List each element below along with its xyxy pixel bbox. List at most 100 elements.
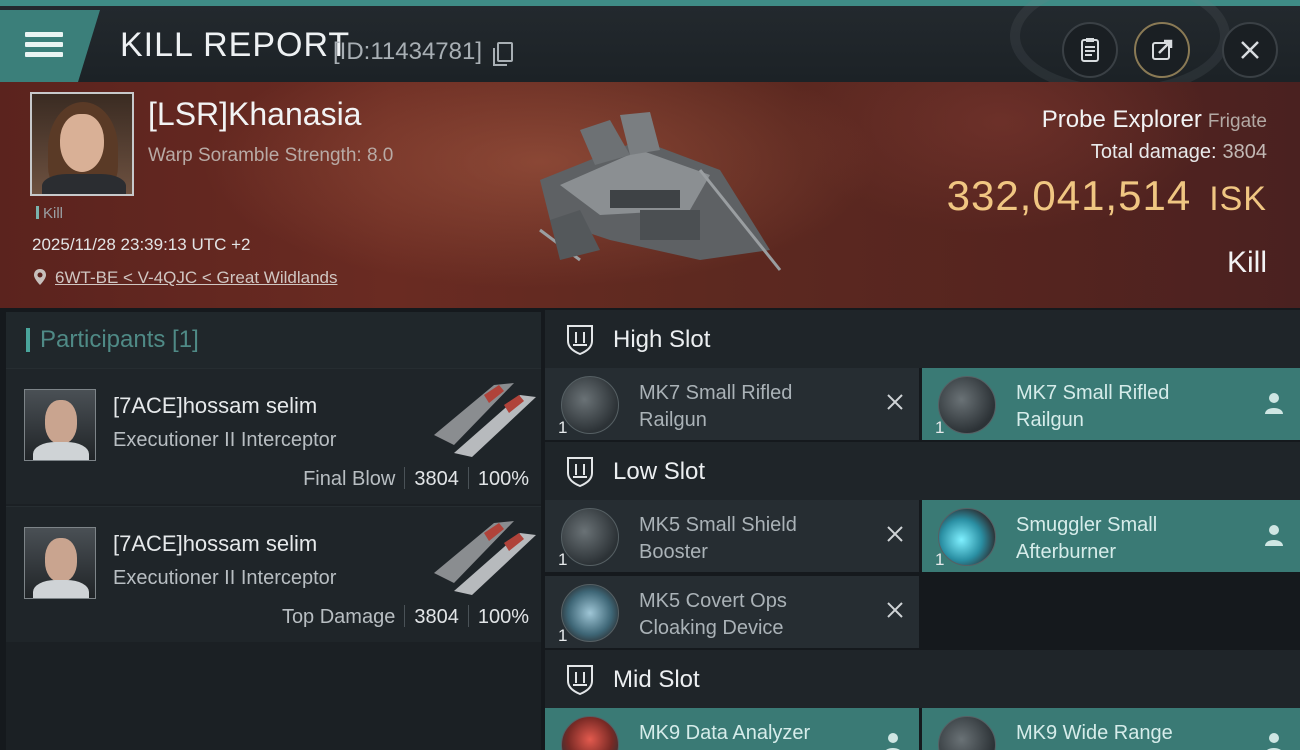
railgun-icon (561, 376, 619, 434)
clipboard-icon (1081, 38, 1099, 62)
x-mark-icon (887, 526, 903, 542)
location-pin-icon (34, 269, 46, 285)
wide-range-icon (938, 716, 996, 750)
participant-percent: 100% (477, 606, 529, 628)
module-name-line: MK5 Small Shield (639, 514, 797, 536)
participant-ship: Executioner II Interceptor (113, 567, 337, 589)
menu-button[interactable] (0, 10, 100, 82)
clipboard-button[interactable] (1062, 22, 1118, 78)
module-name: Smuggler Small Afterburner (1016, 512, 1157, 566)
shield-slot-icon (567, 665, 593, 695)
module-name-line: MK7 Small Rifled (1016, 382, 1170, 404)
total-damage-value: 3804 (1222, 141, 1268, 163)
isk-value: 332,041,514 ISK (947, 172, 1267, 220)
module-item[interactable]: MK9 Wide Range (922, 708, 1300, 750)
shield-slot-icon (567, 325, 593, 355)
participant-row[interactable]: [7ACE]hossam selim Executioner II Interc… (6, 368, 541, 504)
module-item[interactable]: 1 MK5 Covert Ops Cloaking Device (545, 576, 919, 648)
module-name-line: Railgun (1016, 409, 1084, 431)
participant-role: Top Damage (281, 606, 396, 628)
participants-header: Participants [1] (6, 312, 541, 368)
module-item[interactable]: 1 MK7 Small Rifled Railgun (545, 368, 919, 440)
module-quantity: 1 (558, 626, 568, 645)
x-mark-icon (887, 394, 903, 410)
victim-name[interactable]: [LSR]Khanasia (148, 96, 361, 133)
module-name-line: Afterburner (1016, 541, 1117, 563)
share-icon (1152, 39, 1173, 60)
module-item[interactable]: 1 Smuggler Small Afterburner (922, 500, 1300, 572)
participant-ship-image (434, 383, 536, 457)
location-link[interactable]: 6WT-BE < V-4QJC < Great Wildlands (55, 268, 337, 288)
total-damage-label: Total damage: (1090, 141, 1217, 163)
participant-stats: Top Damage 3804 100% (282, 605, 529, 629)
copy-icon[interactable] (493, 42, 513, 66)
afterburner-icon (938, 508, 996, 566)
module-name-line: Cloaking Device (639, 617, 784, 639)
participant-stats: Final Blow 3804 100% (303, 467, 529, 491)
participant-ship-image (434, 521, 536, 595)
close-button[interactable] (1222, 22, 1278, 78)
kill-tag: Kill (36, 205, 63, 222)
module-name-line: MK9 Wide Range (1016, 722, 1173, 744)
person-icon (1265, 525, 1283, 546)
data-analyzer-icon (561, 716, 619, 750)
victim-avatar[interactable] (30, 92, 134, 196)
module-item[interactable]: 1 MK5 Small Shield Booster (545, 500, 919, 572)
cloaking-device-icon (561, 584, 619, 642)
share-button[interactable] (1134, 22, 1190, 78)
report-id: [ID:11434781] (333, 38, 483, 65)
participants-panel: Participants [1] [7ACE]hossam selim Exec… (6, 312, 541, 750)
participant-damage: 3804 (414, 468, 459, 490)
top-bar: KILL REPORT [ID:11434781] (0, 0, 1300, 96)
module-name: MK9 Data Analyzer (639, 720, 810, 747)
shield-slot-icon (567, 457, 593, 487)
isk-unit: ISK (1209, 180, 1267, 218)
module-name: MK9 Wide Range (1016, 720, 1173, 747)
low-slot-label: Low Slot (613, 458, 706, 485)
low-slot-header: Low Slot (545, 442, 1300, 500)
participant-percent: 100% (477, 468, 529, 490)
participant-damage: 3804 (414, 606, 459, 628)
module-quantity: 1 (935, 550, 945, 569)
module-quantity: 1 (558, 418, 568, 437)
module-name: MK5 Covert Ops Cloaking Device (639, 588, 787, 642)
kill-datetime: 2025/11/28 23:39:13 UTC +2 (32, 235, 251, 254)
ship-name-text: Probe Explorer (1041, 106, 1202, 133)
module-quantity: 1 (935, 418, 945, 437)
mid-slot-label: Mid Slot (613, 666, 700, 693)
participant-name: [7ACE]hossam selim (113, 393, 318, 418)
module-item[interactable]: MK9 Data Analyzer (545, 708, 919, 750)
participant-ship: Executioner II Interceptor (113, 429, 337, 451)
fittings-panel: High Slot 1 MK7 Small Rifled Railgun 1 MK… (545, 310, 1300, 750)
railgun-icon (938, 376, 996, 434)
person-icon (1265, 393, 1283, 414)
module-name-line: Smuggler Small (1016, 514, 1158, 536)
participant-role: Final Blow (303, 468, 396, 490)
participant-name: [7ACE]hossam selim (113, 531, 318, 556)
module-name: MK5 Small Shield Booster (639, 512, 797, 566)
module-name: MK7 Small Rifled Railgun (1016, 380, 1169, 434)
participant-avatar[interactable] (24, 527, 96, 599)
person-icon (886, 733, 900, 750)
module-item[interactable]: 1 MK7 Small Rifled Railgun (922, 368, 1300, 440)
warp-scramble-strength: Warp Soramble Strength: 8.0 (148, 145, 394, 166)
participants-label: Participants [1] (40, 326, 199, 353)
participant-row[interactable]: [7ACE]hossam selim Executioner II Interc… (6, 506, 541, 642)
participant-avatar[interactable] (24, 389, 96, 461)
module-quantity: 1 (558, 550, 568, 569)
menu-icon[interactable] (25, 32, 63, 58)
page-title: KILL REPORT (120, 26, 351, 64)
module-name-line: Booster (639, 541, 708, 563)
shield-booster-icon (561, 508, 619, 566)
total-damage: Total damage: 3804 (1091, 141, 1267, 164)
high-slot-label: High Slot (613, 326, 711, 353)
module-name: MK7 Small Rifled Railgun (639, 380, 792, 434)
kill-tag-label: Kill (43, 205, 64, 222)
victim-ship-image (539, 112, 782, 271)
close-icon (1241, 41, 1259, 59)
x-mark-icon (887, 602, 903, 618)
module-name-line: Railgun (639, 409, 707, 431)
module-name-line: MK7 Small Rifled (639, 382, 793, 404)
mid-slot-header: Mid Slot (545, 650, 1300, 708)
module-name-line: MK9 Data Analyzer (639, 722, 811, 744)
